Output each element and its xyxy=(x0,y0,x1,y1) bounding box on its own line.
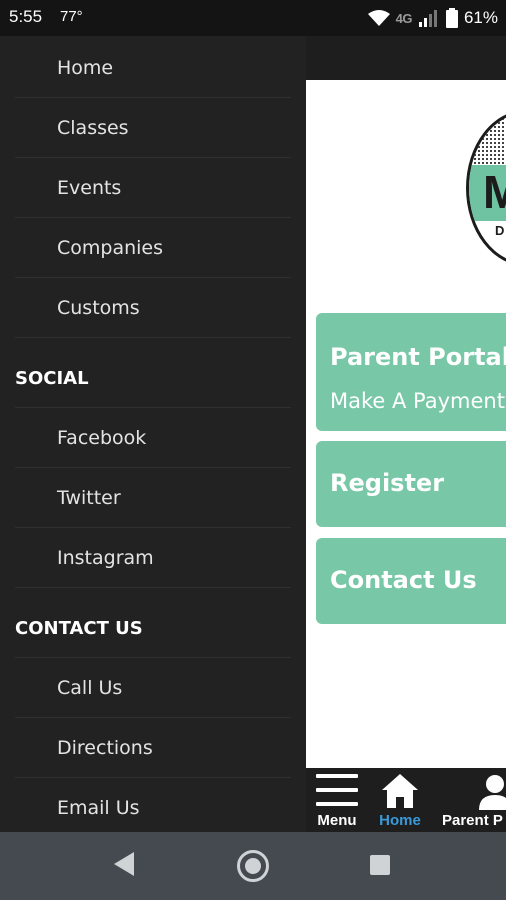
drawer-item-classes[interactable]: Classes xyxy=(15,98,291,158)
parent-portal-subtitle: Make A Payment xyxy=(330,389,505,413)
drawer-item-call-us[interactable]: Call Us xyxy=(15,658,291,718)
tab-parent-portal[interactable]: Parent P xyxy=(438,768,506,832)
battery-icon xyxy=(445,8,458,28)
drawer-item-label: Classes xyxy=(57,117,129,139)
back-icon[interactable] xyxy=(114,852,134,876)
drawer-item-companies[interactable]: Companies xyxy=(15,218,291,278)
logo-small-text: D xyxy=(495,223,505,238)
status-temperature: 77° xyxy=(60,8,83,25)
drawer-item-label: Events xyxy=(57,177,122,199)
drawer-item-instagram[interactable]: Instagram xyxy=(15,528,291,588)
parent-portal-title: Parent Portal xyxy=(330,343,506,371)
drawer-section-social: SOCIAL xyxy=(15,348,291,408)
drawer-item-facebook[interactable]: Facebook xyxy=(15,408,291,468)
system-navigation-bar xyxy=(0,832,506,900)
drawer-item-email-us[interactable]: Email Us xyxy=(15,778,291,832)
tab-home[interactable]: Home xyxy=(374,768,426,832)
drawer-item-directions[interactable]: Directions xyxy=(15,718,291,778)
status-bar: 5:55 77° 4G 61% xyxy=(0,0,506,36)
wifi-icon xyxy=(367,10,390,26)
tab-parent-label: Parent P xyxy=(442,812,503,829)
drawer-item-label: Home xyxy=(57,57,114,79)
navigation-drawer: Home Classes Events Companies Customs SO… xyxy=(0,36,306,832)
hamburger-icon xyxy=(316,774,358,806)
drawer-item-label: Companies xyxy=(57,237,164,259)
parent-portal-button[interactable]: Parent Portal Make A Payment xyxy=(316,313,506,431)
drawer-item-home[interactable]: Home xyxy=(15,38,291,98)
app-main-content: M D Parent Portal Make A Payment Registe… xyxy=(306,80,506,768)
drawer-item-label: Directions xyxy=(57,737,153,759)
drawer-item-label: Call Us xyxy=(57,677,123,699)
app-header xyxy=(306,36,506,80)
tab-home-label: Home xyxy=(379,812,421,829)
network-type: 4G xyxy=(395,10,413,26)
status-icons: 4G 61% xyxy=(367,5,498,31)
home-circle-icon[interactable] xyxy=(237,850,269,882)
home-icon xyxy=(382,774,418,808)
drawer-item-label: Instagram xyxy=(57,547,154,569)
studio-logo: M D xyxy=(466,110,506,266)
drawer-item-label: Twitter xyxy=(57,487,121,509)
drawer-section-contact: CONTACT US xyxy=(15,598,291,658)
tab-menu[interactable]: Menu xyxy=(306,768,368,832)
status-time: 5:55 xyxy=(9,7,43,26)
tab-menu-label: Menu xyxy=(317,812,357,829)
recent-apps-icon[interactable] xyxy=(370,855,390,875)
section-heading-contact: CONTACT US xyxy=(15,618,143,639)
register-title: Register xyxy=(330,469,445,497)
person-icon xyxy=(479,775,506,810)
battery-percent: 61% xyxy=(463,8,498,27)
drawer-item-events[interactable]: Events xyxy=(15,158,291,218)
section-heading-social: SOCIAL xyxy=(15,368,89,389)
drawer-item-customs[interactable]: Customs xyxy=(15,278,291,338)
register-button[interactable]: Register xyxy=(316,441,506,527)
contact-us-button[interactable]: Contact Us xyxy=(316,538,506,624)
logo-letter: M xyxy=(483,165,506,219)
drawer-item-twitter[interactable]: Twitter xyxy=(15,468,291,528)
drawer-item-label: Customs xyxy=(57,297,140,319)
drawer-item-label: Facebook xyxy=(57,427,147,449)
bottom-tab-bar: Menu Home Parent P xyxy=(306,768,506,832)
drawer-item-label: Email Us xyxy=(57,797,140,819)
signal-icon xyxy=(418,10,437,27)
contact-us-title: Contact Us xyxy=(330,566,477,594)
